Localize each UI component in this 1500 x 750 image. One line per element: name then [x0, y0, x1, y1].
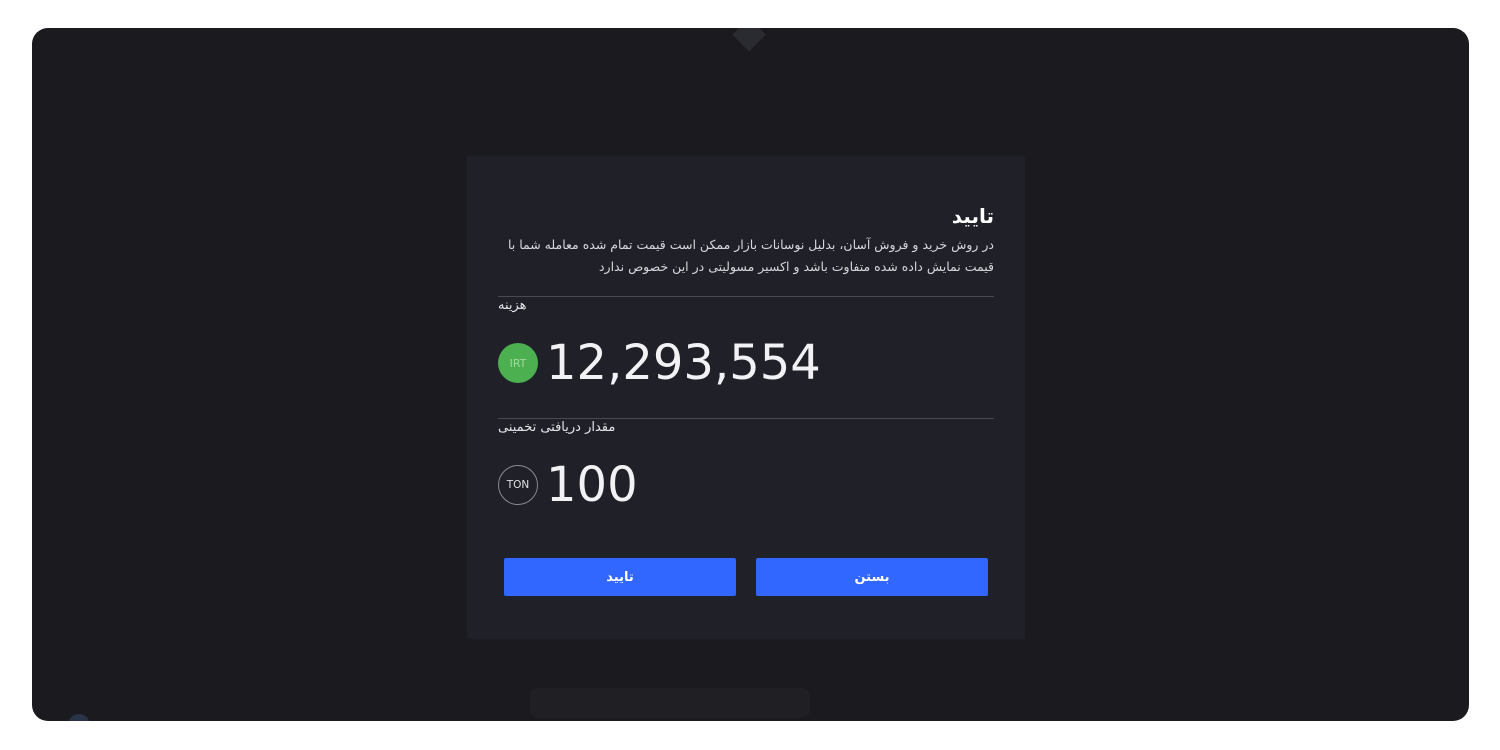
received-amount-row: TON 100: [498, 460, 638, 510]
ton-currency-icon: TON: [498, 465, 538, 505]
received-label: مقدار دریافتی تخمینی: [498, 420, 616, 435]
background-avatar: [68, 714, 90, 721]
divider: [498, 296, 994, 297]
dialog-message: در روش خرید و فروش آسان، بدلیل نوسانات ب…: [507, 237, 994, 274]
close-button[interactable]: بستن: [756, 558, 988, 596]
cost-label: هزینه: [498, 298, 527, 313]
cost-amount-row: IRT 12,293,554: [498, 338, 821, 388]
cost-amount: 12,293,554: [546, 335, 821, 391]
divider: [498, 418, 994, 419]
logo-icon: ◆: [732, 28, 766, 57]
received-amount: 100: [546, 457, 638, 513]
confirm-dialog: تایید در روش خرید و فروش آسان، بدلیل نوس…: [467, 156, 1025, 639]
app-frame: ◆ تایید در روش خرید و فروش آسان، بدلیل ن…: [32, 28, 1469, 721]
confirm-button[interactable]: تایید: [504, 558, 736, 596]
irt-currency-icon: IRT: [498, 343, 538, 383]
background-bar: [530, 688, 810, 718]
dialog-title: تایید: [951, 204, 994, 228]
